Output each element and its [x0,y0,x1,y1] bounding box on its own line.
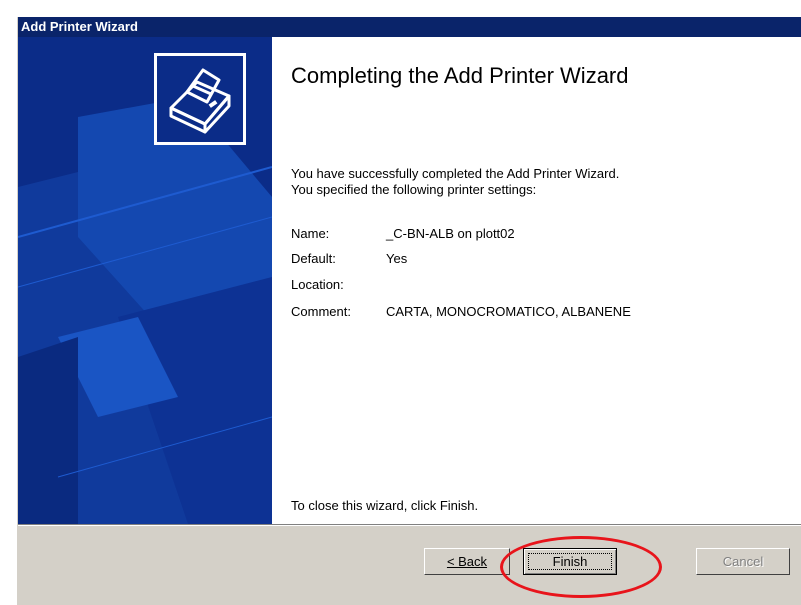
cancel-button[interactable]: Cancel [696,548,790,575]
finish-button-label: Finish [552,554,588,569]
add-printer-wizard-window: Add Printer Wizard Completing the Add Pr… [17,17,801,605]
back-button-label: < Back [446,554,488,569]
setting-label: Comment: [291,304,351,319]
cancel-button-label: Cancel [722,554,764,569]
closing-instruction: To close this wizard, click Finish. [291,498,479,513]
button-bar: < Back Finish Cancel [18,526,801,605]
intro-text: You have successfully completed the Add … [291,166,771,198]
intro-line-1: You have successfully completed the Add … [291,166,620,181]
wizard-side-panel [18,37,272,524]
setting-value: Yes [386,251,408,266]
intro-line-2: You specified the following printer sett… [291,182,537,197]
setting-label: Location: [291,277,344,292]
setting-value: CARTA, MONOCROMATICO, ALBANENE [386,304,631,319]
wizard-content: Completing the Add Printer Wizard You ha… [272,37,801,524]
finish-button[interactable]: Finish [523,548,617,575]
window-title: Add Printer Wizard [18,17,801,37]
setting-label: Default: [291,251,336,266]
printer-icon [154,53,246,145]
setting-value: _C-BN-ALB on plott02 [386,226,515,241]
back-button[interactable]: < Back [424,548,510,575]
page-title: Completing the Add Printer Wizard [291,63,629,88]
setting-label: Name: [291,226,330,241]
